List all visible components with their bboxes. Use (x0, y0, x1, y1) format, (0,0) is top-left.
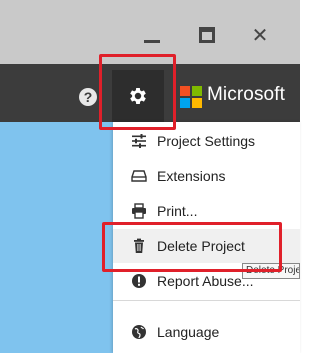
minimize-icon (144, 39, 160, 43)
brand-name: Microsoft (207, 84, 285, 105)
maximize-button[interactable] (192, 20, 222, 50)
microsoft-logo-icon (180, 86, 202, 108)
exclamation-circle-icon (131, 273, 147, 289)
menu-divider (113, 300, 300, 301)
menu-item-label: Language (157, 324, 220, 340)
close-icon: ✕ (251, 23, 269, 47)
minimize-button[interactable] (137, 20, 167, 50)
maximize-icon (199, 27, 215, 43)
help-icon[interactable]: ? (79, 88, 97, 106)
menu-item-label: Project Settings (157, 133, 256, 149)
menu-item-label: Report Abuse... (157, 273, 254, 289)
menu-item-label: Print... (157, 203, 198, 219)
settings-highlight-box (99, 54, 176, 130)
menu-item-extensions[interactable]: Extensions (113, 159, 300, 193)
delete-project-highlight-box (102, 222, 282, 272)
menu-item-language[interactable]: Language (113, 315, 300, 349)
sliders-icon (131, 133, 147, 149)
globe-icon (131, 324, 147, 340)
menu-item-label: Extensions (157, 168, 226, 184)
close-button[interactable]: ✕ (245, 20, 275, 50)
tray-icon (131, 168, 147, 184)
printer-icon (131, 203, 147, 219)
help-glyph: ? (83, 89, 93, 105)
